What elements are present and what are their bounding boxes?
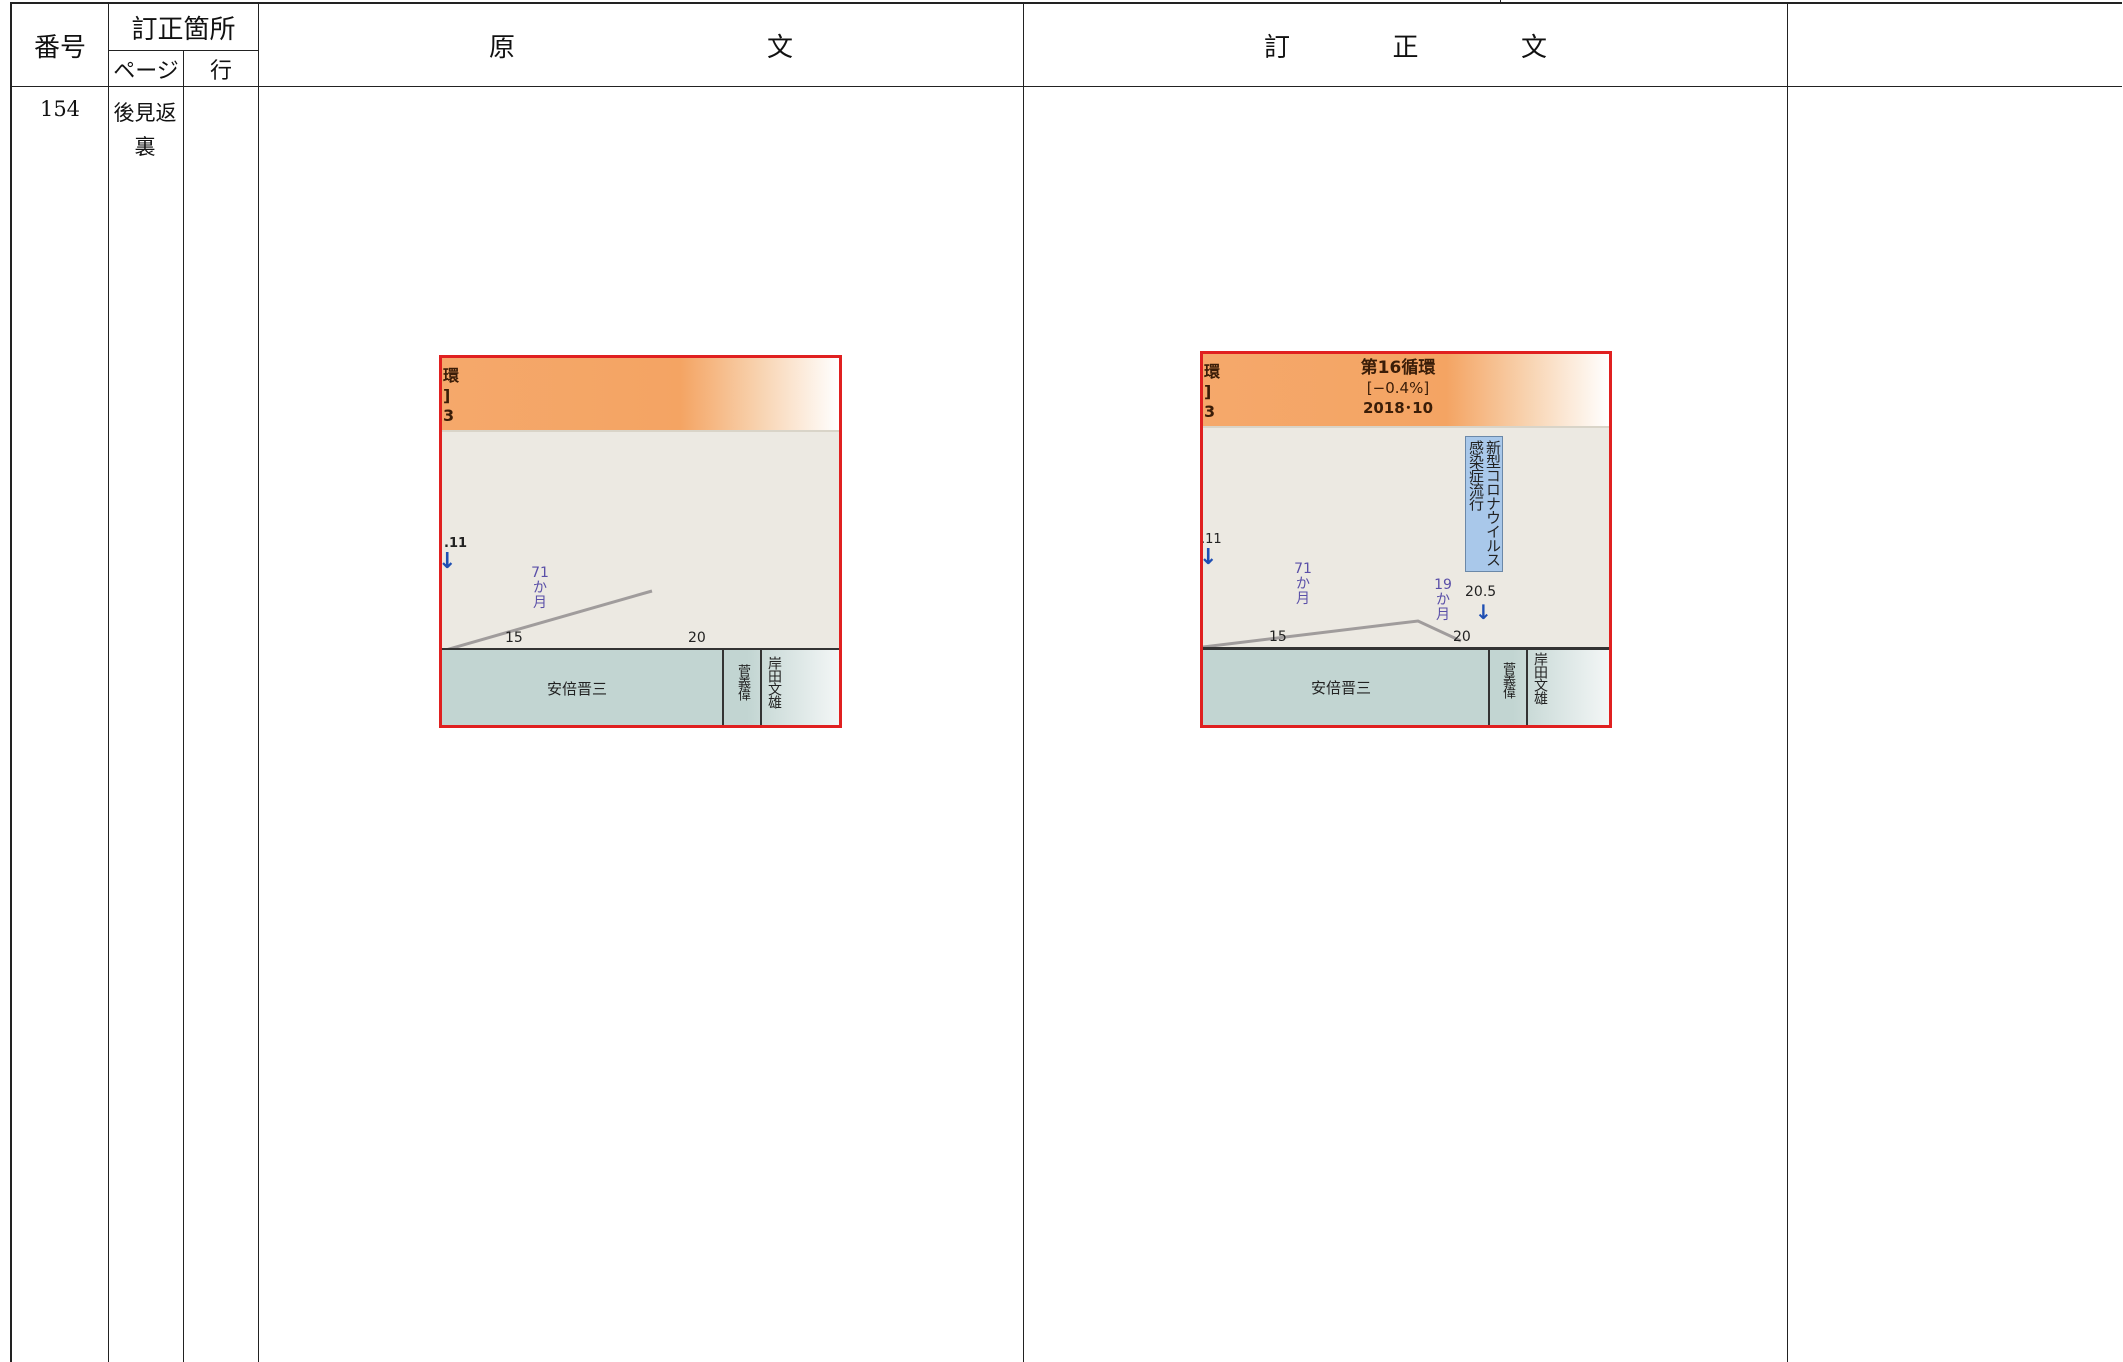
pm-abe: 安倍晋三 xyxy=(547,680,608,698)
tick-label-15: 15 xyxy=(505,630,523,646)
header-page: ページ xyxy=(113,58,179,84)
corrected-figure: 環 ] 3 第16循環 [−0.4%] 2018･10 新型コロナウイルス感染症… xyxy=(1200,351,1612,728)
prime-minister-band: 安倍晋三 菅義偉 岸田文雄 xyxy=(1203,650,1609,725)
col-divider-corrected xyxy=(1787,2,1788,1362)
header-corrected-char-2: 正 xyxy=(1392,32,1419,63)
tick-label-20: 20 xyxy=(1453,629,1471,645)
header-original-char-1: 原 xyxy=(489,32,516,63)
pm-abe: 安倍晋三 xyxy=(1311,679,1372,697)
pm-suga: 菅義偉 xyxy=(1500,662,1515,698)
header-bottom-border xyxy=(10,86,2122,87)
header-number: 番号 xyxy=(33,32,86,63)
header-corrected-text: 訂 正 文 xyxy=(1024,4,1787,86)
table-left-border xyxy=(10,2,12,1362)
pm-kishida: 岸田文雄 xyxy=(1532,652,1548,704)
col-divider-line xyxy=(258,2,259,1362)
header-original-char-2: 文 xyxy=(766,32,793,63)
pm-separator xyxy=(1526,650,1528,725)
header-line: 行 xyxy=(209,58,232,84)
pm-kishida: 岸田文雄 xyxy=(766,656,782,708)
pm-separator xyxy=(760,650,762,725)
pm-separator xyxy=(722,650,724,725)
header-original-text: 原 文 xyxy=(259,4,1023,86)
row-page-text: 後見返裏 xyxy=(113,101,177,159)
col-divider-number xyxy=(108,2,109,1362)
tick-label-15: 15 xyxy=(1269,629,1287,645)
pm-suga: 菅義偉 xyxy=(735,664,750,700)
header-corrected-char-3: 文 xyxy=(1520,32,1547,63)
header-corrected-char-1: 訂 xyxy=(1264,32,1291,63)
pm-separator xyxy=(1488,650,1490,725)
prime-minister-band: 安倍晋三 菅義偉 岸田文雄 xyxy=(442,650,839,725)
col-divider-original xyxy=(1023,2,1024,1362)
tick-label-20: 20 xyxy=(688,630,706,646)
header-correction-location: 訂正箇所 xyxy=(131,14,236,45)
row-number: 154 xyxy=(39,97,81,121)
original-figure: 環 ] 3 .11 ↓ 71 か 月 15 20 安倍晋三 菅義偉 岸田文雄 xyxy=(439,355,842,728)
correction-sheet: 番号 訂正箇所 ページ 行 原 文 訂 正 文 154 後見返裏 環 ] 3 .… xyxy=(0,0,2123,1362)
col-divider-page xyxy=(183,50,184,1362)
